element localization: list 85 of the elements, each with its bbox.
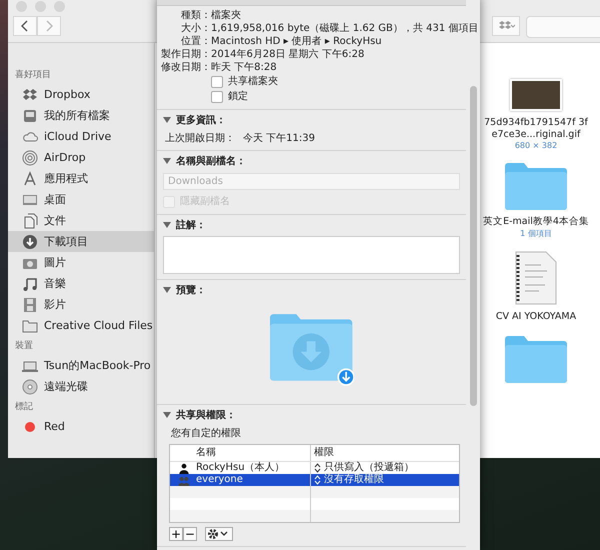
- remove-button[interactable]: −: [183, 527, 197, 541]
- action-menu-button[interactable]: [205, 527, 233, 541]
- chevron-right-icon: [45, 20, 53, 32]
- sidebar-item[interactable]: iCloud Drive: [8, 126, 154, 147]
- checkbox[interactable]: [211, 76, 223, 88]
- disclosure-triangle-icon[interactable]: [163, 411, 171, 419]
- checkbox-label: 共享檔案夾: [228, 74, 278, 89]
- field-value: Macintosh HD ▸ 使用者 ▸ RockyHsu: [211, 35, 382, 48]
- checkbox[interactable]: [211, 90, 223, 102]
- sidebar-item[interactable]: Red: [8, 416, 154, 437]
- add-button[interactable]: +: [169, 527, 183, 541]
- sidebar-item[interactable]: 音樂: [8, 273, 154, 294]
- dropbox-menu-button[interactable]: [492, 16, 520, 36]
- group-icon: [178, 474, 190, 486]
- apps-icon: [22, 170, 38, 186]
- disclosure-triangle-icon[interactable]: [163, 116, 171, 124]
- field-value: 檔案夾: [211, 9, 241, 22]
- comments-field[interactable]: [163, 236, 460, 274]
- sidebar-item[interactable]: 桌面: [8, 189, 154, 210]
- scrollbar[interactable]: [470, 86, 477, 406]
- sidebar-heading: 標記: [14, 400, 34, 414]
- documents-icon: [22, 212, 38, 228]
- field-label: 上次開啟日期：: [165, 132, 235, 145]
- file-detail: 1 個項目: [520, 228, 552, 239]
- sidebar-heading: 喜好項目: [14, 68, 52, 82]
- section-title: 更多資訊：: [176, 114, 226, 127]
- privilege-value[interactable]: 只供寫入（投遞箱）: [324, 462, 414, 474]
- checkbox-label: 鎖定: [228, 90, 248, 104]
- section-title: 註解：: [176, 218, 206, 232]
- folder-icon[interactable]: [505, 335, 567, 383]
- section-title: 共享與權限：: [176, 408, 236, 422]
- field-label: 位置：: [180, 35, 211, 48]
- all-files-icon: [22, 108, 38, 124]
- download-icon: [22, 234, 38, 250]
- sidebar-item[interactable]: 文件: [8, 210, 154, 231]
- sidebar-item[interactable]: Dropbox: [8, 84, 154, 105]
- sidebar-item[interactable]: 應用程式: [8, 168, 154, 189]
- privilege-value[interactable]: 沒有存取權限: [324, 474, 384, 486]
- file-name: 75d934fb1791547f 3fe7ce3e...riginal.gif: [483, 117, 589, 141]
- disclosure-triangle-icon[interactable]: [163, 286, 171, 294]
- column-header: 名稱: [170, 445, 311, 461]
- sidebar-item[interactable]: Creative Cloud Files: [8, 315, 154, 336]
- section-title: 預覽：: [176, 284, 206, 297]
- photo-placeholder[interactable]: [510, 79, 562, 111]
- folder-icon: [22, 318, 38, 334]
- sidebar-heading: 裝置: [14, 340, 34, 353]
- table-row[interactable]: everyone 沒有存取權限: [170, 474, 459, 486]
- sidebar-item[interactable]: 圖片: [8, 252, 154, 273]
- sidebar-item[interactable]: 影片: [8, 294, 154, 315]
- sidebar-item[interactable]: 遠端光碟: [8, 376, 154, 397]
- section-title: 名稱與副檔名：: [176, 154, 246, 168]
- field-value: 昨天 下午8:28: [211, 61, 277, 74]
- disc-icon: [22, 378, 38, 394]
- file-name: CV AI YOKOYAMA: [494, 311, 578, 323]
- file-detail: 680 × 382: [514, 141, 558, 150]
- stepper-arrows-icon[interactable]: [314, 463, 321, 473]
- sidebar-item[interactable]: AirDrop: [8, 147, 154, 168]
- dropbox-icon: [497, 21, 515, 31]
- field-value: 1,619,958,016 byte（磁碟上 1.62 GB），共 431 個項目: [211, 22, 478, 35]
- back-button[interactable]: [13, 16, 37, 36]
- music-icon: [22, 276, 38, 292]
- permissions-note: 您有自定的權限: [171, 426, 242, 440]
- search-field[interactable]: [526, 16, 600, 38]
- dropbox-icon: [22, 86, 38, 102]
- sidebar-item[interactable]: Tsun的MacBook-Pro: [8, 355, 154, 376]
- document-icon[interactable]: [515, 251, 557, 305]
- field-label: 大小：: [180, 22, 211, 35]
- field-label: 修改日期：: [160, 61, 211, 74]
- user-icon: [178, 462, 190, 474]
- user-name: RockyHsu（本人）: [196, 462, 285, 474]
- file-name: 英文E-mail教學4本合集: [482, 216, 590, 228]
- film-icon: [22, 296, 38, 312]
- folder-icon[interactable]: [505, 162, 567, 210]
- column-header: 權限: [313, 446, 335, 460]
- disclosure-triangle-icon[interactable]: [163, 221, 171, 229]
- disclosure-triangle-icon[interactable]: [163, 157, 171, 165]
- field-label: 製作日期：: [160, 48, 211, 61]
- sidebar-item[interactable]: 我的所有檔案: [8, 105, 154, 126]
- airdrop-icon: [22, 150, 38, 166]
- field-label: 種類：: [180, 9, 211, 22]
- sidebar-item[interactable]: 下載項目: [8, 231, 154, 252]
- chevron-left-icon: [21, 20, 29, 32]
- field-value: 2014年6月28日 星期六 下午6:28: [211, 48, 364, 61]
- field-value: 今天 下午11:39: [243, 132, 315, 145]
- user-name: everyone: [196, 474, 243, 486]
